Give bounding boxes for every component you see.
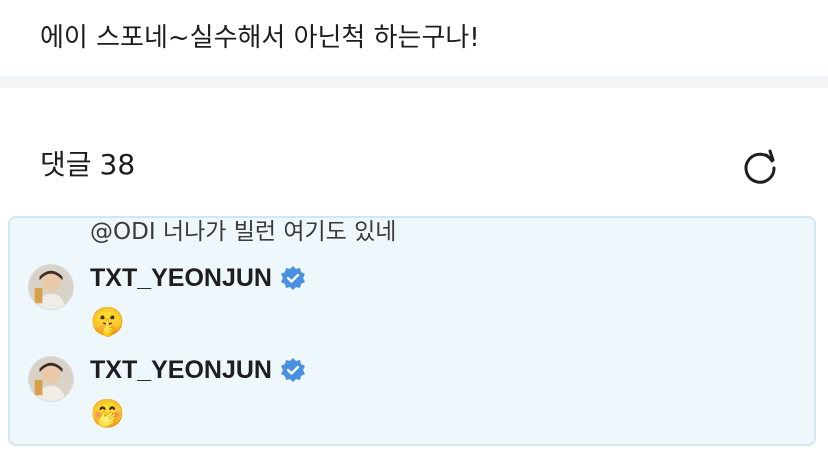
refresh-button[interactable]	[740, 146, 780, 186]
comment-item: TXT_YEONJUN 🤭	[10, 348, 814, 440]
comments-header: 댓글 38	[40, 146, 135, 184]
comments-count: 38	[99, 148, 136, 181]
comments-title: 댓글	[40, 148, 92, 181]
author-name: TXT_YEONJUN	[90, 356, 272, 384]
verified-badge-icon	[280, 265, 306, 291]
comment-body: 🤫	[90, 305, 125, 338]
verified-badge-icon	[280, 357, 306, 383]
comments-panel: @ODI 너나가 빌런 여기도 있네 TXT_YEONJUN 🤫 TXT_YEO…	[8, 216, 816, 446]
reply-preview[interactable]: @ODI 너나가 빌런 여기도 있네	[90, 218, 396, 246]
section-divider	[0, 76, 828, 88]
avatar[interactable]	[28, 356, 74, 402]
comment-author[interactable]: TXT_YEONJUN	[90, 354, 306, 386]
avatar[interactable]	[28, 264, 74, 310]
post-text: 에이 스포네~실수해서 아닌척 하는구나!	[40, 23, 480, 53]
comment-author[interactable]: TXT_YEONJUN	[90, 262, 306, 294]
comment-body: 🤭	[90, 397, 125, 430]
author-name: TXT_YEONJUN	[90, 264, 272, 292]
refresh-icon	[744, 149, 776, 184]
comment-item: TXT_YEONJUN 🤫	[10, 254, 814, 346]
